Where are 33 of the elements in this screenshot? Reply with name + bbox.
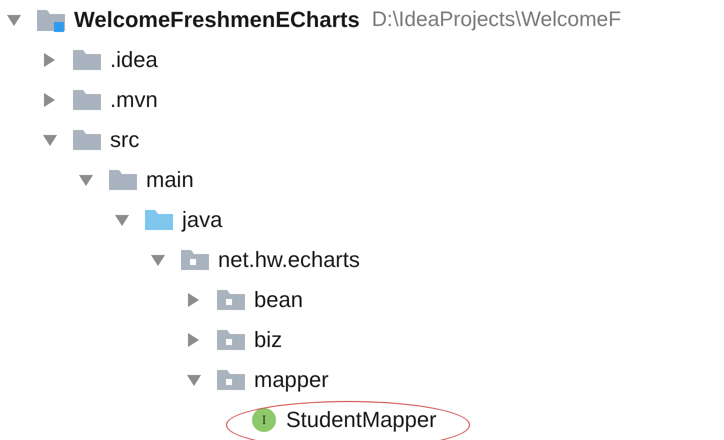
tree-item-label[interactable]: src	[110, 127, 140, 153]
folder-icon	[72, 129, 102, 151]
collapse-arrow-icon[interactable]	[150, 253, 166, 267]
collapse-arrow-icon[interactable]	[42, 133, 58, 147]
package-folder-icon	[216, 289, 246, 311]
package-folder-icon	[180, 249, 210, 271]
tree-item-label[interactable]: net.hw.echarts	[218, 247, 360, 273]
expand-arrow-icon[interactable]	[186, 292, 200, 308]
collapse-arrow-icon[interactable]	[6, 13, 22, 27]
collapse-arrow-icon[interactable]	[114, 213, 130, 227]
expand-arrow-icon[interactable]	[42, 92, 56, 108]
interface-icon: I	[252, 408, 276, 432]
package-folder-icon	[216, 329, 246, 351]
folder-icon	[108, 169, 138, 191]
expand-arrow-icon[interactable]	[42, 52, 56, 68]
collapse-arrow-icon[interactable]	[78, 173, 94, 187]
tree-item-label[interactable]: .mvn	[110, 87, 158, 113]
expand-arrow-icon[interactable]	[186, 332, 200, 348]
tree-item-label[interactable]: mapper	[254, 367, 329, 393]
tree-item-label[interactable]: biz	[254, 327, 282, 353]
tree-item-label[interactable]: bean	[254, 287, 303, 313]
collapse-arrow-icon[interactable]	[186, 373, 202, 387]
folder-icon	[72, 49, 102, 71]
module-folder-icon	[36, 8, 66, 32]
folder-icon	[144, 209, 174, 231]
tree-item-label[interactable]: .idea	[110, 47, 158, 73]
tree-item-label[interactable]: main	[146, 167, 194, 193]
project-name[interactable]: WelcomeFreshmenECharts	[74, 7, 360, 33]
tree-item-label[interactable]: java	[182, 207, 222, 233]
project-path: D:\IdeaProjects\WelcomeF	[372, 8, 622, 32]
package-folder-icon	[216, 369, 246, 391]
tree-item-label[interactable]: StudentMapper	[286, 407, 436, 433]
folder-icon	[72, 89, 102, 111]
